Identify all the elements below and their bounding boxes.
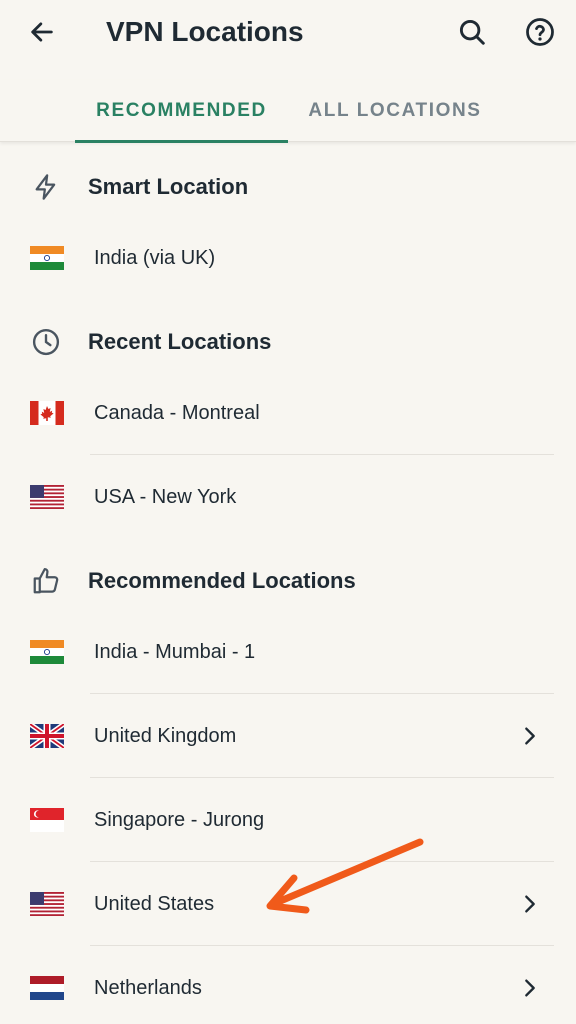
location-label: United Kingdom — [94, 725, 237, 747]
location-label: India (via UK) — [94, 247, 216, 269]
expand-chevron[interactable] — [516, 890, 544, 918]
location-row-netherlands[interactable]: Netherlands — [0, 946, 576, 1024]
location-label: United States — [94, 893, 215, 915]
clock-icon — [32, 328, 60, 356]
expand-chevron[interactable] — [516, 974, 544, 1002]
canada-flag-icon — [30, 401, 64, 425]
chevron-right-icon — [525, 727, 535, 745]
location-row-united-kingdom[interactable]: United Kingdom — [0, 694, 576, 778]
app-bar: VPN Locations — [0, 0, 576, 68]
location-label: Canada - Montreal — [94, 402, 260, 424]
section-header-smart-location: Smart Location — [0, 157, 576, 217]
tab-all-locations-label: ALL LOCATIONS — [308, 100, 482, 121]
uk-flag-icon — [30, 724, 64, 748]
location-label: Singapore - Jurong — [94, 809, 265, 831]
help-circle-icon — [526, 18, 554, 46]
location-row-canada-montreal[interactable]: Canada - Montreal — [0, 371, 576, 455]
india-flag-icon — [30, 246, 64, 270]
search-icon — [459, 19, 485, 45]
section-header-recommended-locations: Recommended Locations — [0, 551, 576, 611]
india-flag-icon — [30, 640, 64, 664]
section-header-recent-locations: Recent Locations — [0, 312, 576, 372]
netherlands-flag-icon — [30, 976, 64, 1000]
lightning-icon — [35, 174, 56, 200]
chevron-right-icon — [525, 895, 535, 913]
usa-flag-icon — [30, 485, 64, 509]
singapore-flag-icon — [30, 808, 64, 832]
back-button[interactable] — [22, 14, 62, 50]
location-row-india-via-uk[interactable]: India (via UK) — [0, 216, 576, 300]
section-title-smart-location: Smart Location — [88, 174, 249, 199]
usa-flag-icon — [30, 892, 64, 916]
expand-chevron[interactable] — [516, 722, 544, 750]
section-title-recommended-locations: Recommended Locations — [88, 568, 356, 593]
location-label: USA - New York — [94, 486, 237, 508]
location-row-usa-new-york[interactable]: USA - New York — [0, 455, 576, 539]
help-button[interactable] — [520, 12, 560, 52]
location-label: Netherlands — [94, 977, 202, 999]
page-title: VPN Locations — [106, 16, 304, 47]
arrow-left-icon — [31, 22, 53, 42]
location-label: India - Mumbai - 1 — [94, 641, 256, 663]
search-button[interactable] — [452, 12, 492, 52]
tab-selected-indicator — [75, 140, 288, 143]
chevron-right-icon — [525, 979, 535, 997]
location-row-india-mumbai-1[interactable]: India - Mumbai - 1 — [0, 610, 576, 694]
annotation-arrow-icon — [266, 838, 424, 914]
thumbs-up-icon — [33, 568, 59, 594]
tab-recommended-label: RECOMMENDED — [96, 100, 267, 121]
tab-all-locations[interactable]: ALL LOCATIONS — [290, 80, 500, 142]
location-tabs: RECOMMENDED ALL LOCATIONS — [0, 80, 576, 143]
tab-recommended[interactable]: RECOMMENDED — [75, 80, 288, 143]
section-title-recent-locations: Recent Locations — [88, 329, 272, 354]
